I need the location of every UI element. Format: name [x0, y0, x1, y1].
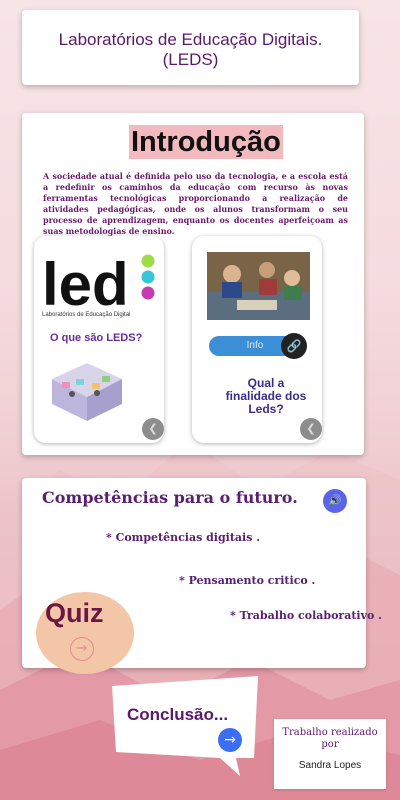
intro-paragraph: A sociedade atual é definida pelo uso da… [43, 171, 348, 236]
competencias-card: Competências para o futuro. 🔊 * Competên… [22, 478, 382, 674]
led-caption: Laboratórios de Educação Digital [42, 312, 131, 318]
author-name: Sandra Lopes [298, 760, 362, 771]
arrow-right-icon[interactable]: → [70, 637, 94, 661]
intro-card: Introdução A sociedade atual é definida … [22, 113, 364, 455]
what-are-leds-card[interactable]: led Laboratórios de Educação Digital O q… [34, 236, 164, 443]
competencias-title: Competências para o futuro. [42, 488, 298, 507]
page-title: Laboratórios de Educação Digitais. (LEDS… [58, 30, 323, 69]
conclusion-bubble [112, 676, 258, 776]
competencia-item: * Competências digitais . [106, 531, 261, 544]
intro-heading: Introdução [129, 125, 283, 159]
chevron-icon[interactable]: ❮ [300, 418, 322, 440]
quiz-button[interactable]: Quiz → [36, 592, 134, 674]
what-are-leds-label[interactable]: O que são LEDS? [50, 332, 142, 344]
chevron-icon[interactable]: ❮ [142, 418, 164, 440]
credit-box: Trabalho realizado por Sandra Lopes [274, 719, 386, 789]
quiz-label: Quiz [45, 598, 104, 628]
students-photo [207, 252, 310, 320]
title-card: Laboratórios de Educação Digitais. (LEDS… [22, 10, 359, 85]
competencia-item: * Pensamento critico . [179, 574, 316, 587]
led-logo: led [42, 251, 155, 312]
speaker-icon[interactable]: 🔊 [323, 489, 347, 513]
conclusion-label[interactable]: Conclusão... [127, 705, 228, 725]
competencia-item: * Trabalho colaborativo . [230, 609, 382, 622]
arrow-right-icon[interactable]: → [218, 728, 242, 752]
purpose-label[interactable]: Qual a finalidade dos Leds? [220, 377, 312, 416]
lab-room-illustration [52, 363, 122, 421]
link-icon[interactable]: 🔗 [281, 333, 307, 359]
credit-line: Trabalho realizado por [282, 727, 378, 750]
svg-text:led: led [42, 251, 129, 312]
